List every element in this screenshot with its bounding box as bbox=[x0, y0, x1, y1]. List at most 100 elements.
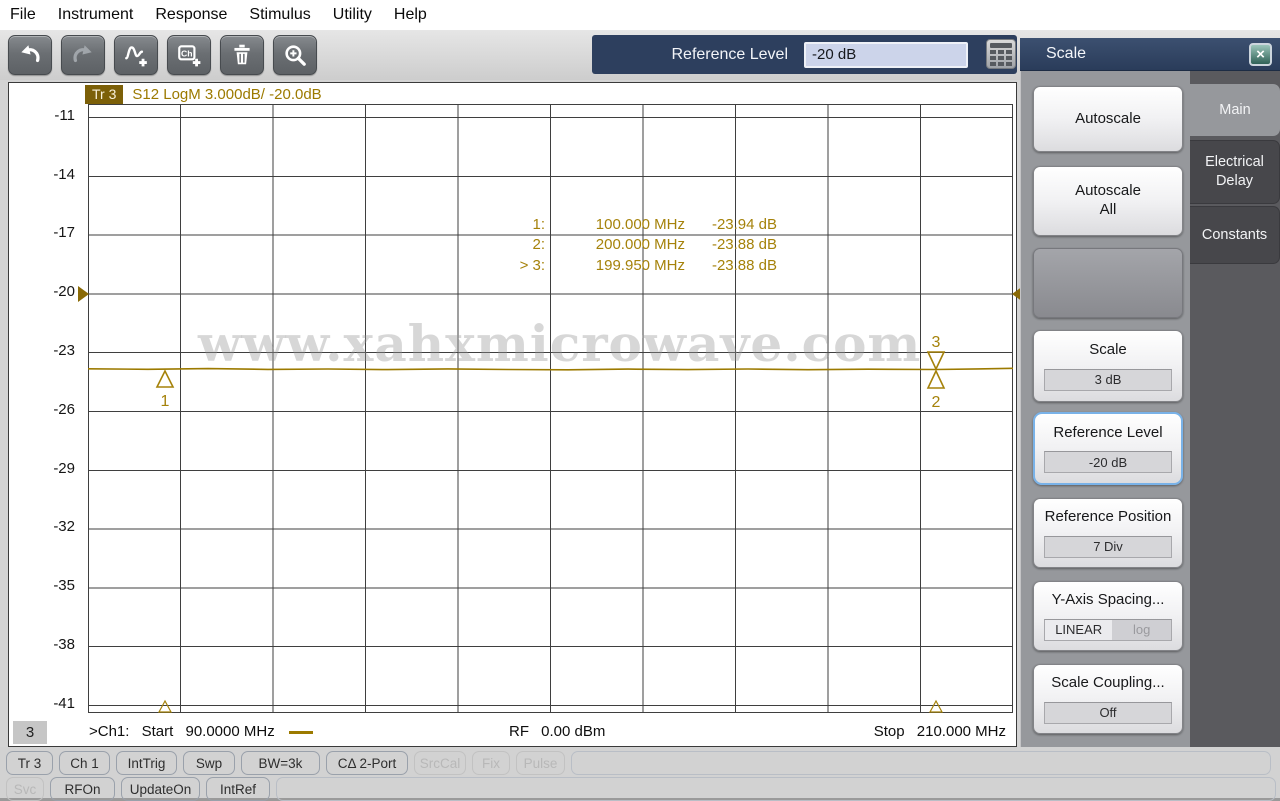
svg-text:Ch: Ch bbox=[181, 49, 193, 59]
undo-icon bbox=[17, 42, 43, 68]
active-trace-indicator[interactable]: 3 bbox=[13, 721, 47, 744]
redo-icon bbox=[70, 42, 96, 68]
add-channel-icon: Ch bbox=[176, 42, 202, 68]
status-update-button[interactable]: UpdateOn bbox=[121, 777, 200, 801]
status-srccal-button[interactable]: SrcCal bbox=[414, 751, 466, 775]
scale-button[interactable]: Scale 3 dB bbox=[1033, 330, 1183, 402]
trace-header: Tr 3 S12 LogM 3.000dB/ -20.0dB bbox=[85, 85, 322, 104]
reference-level-button[interactable]: Reference Level -20 dB bbox=[1033, 412, 1183, 485]
channel-label: >Ch1: bbox=[89, 723, 130, 740]
status-bar: Tr 3 Ch 1 IntTrig Swp BW=3k CΔ 2-Port Sr… bbox=[0, 747, 1280, 801]
panel-close-button[interactable]: × bbox=[1249, 43, 1272, 66]
status-cal-button[interactable]: CΔ 2-Port bbox=[326, 751, 408, 775]
scale-coupling-value: Off bbox=[1044, 701, 1172, 724]
stimulus-line: 3 >Ch1: Start 90.0000 MHz RF 0.00 dBm St… bbox=[9, 720, 1016, 746]
add-channel-button[interactable]: Ch bbox=[167, 35, 211, 75]
delete-icon bbox=[229, 42, 255, 68]
stop-text: Stop 210.000 MHz bbox=[874, 723, 1006, 740]
marker-readout-row: 2: 200.000 MHz -23.88 dB bbox=[489, 235, 777, 256]
panel-title: Scale bbox=[1046, 45, 1087, 62]
rf-value: 0.00 dBm bbox=[541, 723, 606, 740]
keypad-button[interactable] bbox=[986, 39, 1016, 69]
reference-position-value: 7 Div bbox=[1044, 535, 1172, 558]
delete-trace-button[interactable] bbox=[220, 35, 264, 75]
status-filler bbox=[276, 777, 1276, 801]
marker-3-icon[interactable] bbox=[926, 351, 946, 371]
marker-1-label: 1 bbox=[161, 393, 170, 410]
marker-1-icon[interactable] bbox=[155, 369, 175, 388]
status-rf-button[interactable]: RFOn bbox=[50, 777, 115, 801]
start-value: 90.0000 MHz bbox=[185, 723, 275, 740]
menu-help[interactable]: Help bbox=[383, 6, 438, 24]
marker-id: > 3: bbox=[519, 256, 545, 274]
rf-label: RF bbox=[509, 723, 529, 740]
trace-info: S12 LogM 3.000dB/ -20.0dB bbox=[132, 86, 322, 103]
status-intref-button[interactable]: IntRef bbox=[206, 777, 270, 801]
status-pulse-button[interactable]: Pulse bbox=[516, 751, 565, 775]
reference-position-button[interactable]: Reference Position 7 Div bbox=[1033, 498, 1183, 568]
autoscale-all-button[interactable]: Autoscale All bbox=[1033, 166, 1183, 236]
status-trigger-button[interactable]: IntTrig bbox=[116, 751, 177, 775]
tab-electrical-delay[interactable]: Electrical Delay bbox=[1190, 140, 1280, 204]
tab-main[interactable]: Main bbox=[1190, 84, 1280, 136]
rf-power-text: RF 0.00 dBm bbox=[509, 723, 605, 740]
menu-file[interactable]: File bbox=[10, 6, 47, 24]
softkey-column: Autoscale Autoscale All Scale 3 dB Refer… bbox=[1020, 71, 1190, 747]
trace-color-dash bbox=[288, 730, 313, 734]
y-axis-label: -29 bbox=[53, 460, 75, 477]
status-bandwidth-button[interactable]: BW=3k bbox=[241, 751, 320, 775]
y-axis-label: -11 bbox=[54, 107, 75, 124]
close-icon: × bbox=[1256, 46, 1265, 63]
marker-readout: 1: 100.000 MHz -23.94 dB 2: 200.000 MHz … bbox=[489, 214, 777, 276]
y-axis-spacing-linear-option[interactable]: LINEAR bbox=[1045, 619, 1113, 640]
reference-level-input[interactable] bbox=[804, 41, 968, 68]
marker-value: -23.88 dB bbox=[711, 256, 777, 274]
marker-2-icon[interactable] bbox=[926, 369, 946, 389]
scale-coupling-button[interactable]: Scale Coupling... Off bbox=[1033, 664, 1183, 734]
y-axis-label: -32 bbox=[53, 518, 75, 535]
zoom-button[interactable] bbox=[273, 35, 317, 75]
status-svc-button[interactable]: Svc bbox=[6, 777, 44, 801]
y-axis-label: -26 bbox=[53, 401, 75, 418]
marker-id: 2: bbox=[532, 236, 545, 254]
panel-tab-column: Main Electrical Delay Constants bbox=[1190, 71, 1280, 747]
scale-value: 3 dB bbox=[1044, 368, 1172, 391]
stop-value: 210.000 MHz bbox=[916, 723, 1006, 740]
menu-response[interactable]: Response bbox=[144, 6, 238, 24]
tab-constants[interactable]: Constants bbox=[1190, 206, 1280, 264]
add-trace-icon bbox=[123, 42, 149, 68]
marker-readout-row: > 3: 199.950 MHz -23.88 dB bbox=[489, 255, 777, 276]
marker-value: -23.88 dB bbox=[711, 236, 777, 254]
marker-frequency: 200.000 MHz bbox=[595, 236, 685, 254]
marker-2-label: 2 bbox=[932, 394, 941, 411]
menu-utility[interactable]: Utility bbox=[322, 6, 383, 24]
trace-badge[interactable]: Tr 3 bbox=[85, 85, 124, 104]
y-axis-spacing-log-option[interactable]: log bbox=[1112, 619, 1171, 640]
status-trace-button[interactable]: Tr 3 bbox=[6, 751, 53, 775]
undo-button[interactable] bbox=[8, 35, 52, 75]
autoscale-button[interactable]: Autoscale bbox=[1033, 86, 1183, 152]
y-axis-label: -35 bbox=[53, 577, 75, 594]
status-sweep-button[interactable]: Swp bbox=[183, 751, 235, 775]
stop-label: Stop bbox=[873, 723, 905, 740]
y-axis-label: -20 bbox=[53, 283, 75, 300]
menu-instrument[interactable]: Instrument bbox=[47, 6, 145, 24]
reference-level-label: Reference Level bbox=[671, 45, 788, 63]
add-trace-button[interactable] bbox=[114, 35, 158, 75]
blank-softkey bbox=[1033, 248, 1183, 318]
status-channel-button[interactable]: Ch 1 bbox=[59, 751, 110, 775]
marker-3-label: 3 bbox=[932, 334, 941, 351]
vna-app-window: File Instrument Response Stimulus Utilit… bbox=[0, 0, 1280, 801]
y-axis-label: -17 bbox=[53, 224, 75, 241]
chart-area: Tr 3 S12 LogM 3.000dB/ -20.0dB -11 -14 -… bbox=[8, 82, 1023, 747]
redo-button[interactable] bbox=[61, 35, 105, 75]
zoom-icon bbox=[282, 42, 308, 68]
marker-2-stimulus-icon bbox=[928, 699, 944, 713]
y-axis-spacing-button[interactable]: Y-Axis Spacing... LINEAR log bbox=[1033, 581, 1183, 651]
y-axis-label: -14 bbox=[53, 166, 75, 183]
keypad-icon bbox=[990, 42, 1012, 66]
reference-level-value: -20 dB bbox=[1044, 451, 1172, 474]
status-fix-button[interactable]: Fix bbox=[472, 751, 510, 775]
marker-value: -23.94 dB bbox=[711, 215, 777, 233]
menu-stimulus[interactable]: Stimulus bbox=[238, 6, 321, 24]
